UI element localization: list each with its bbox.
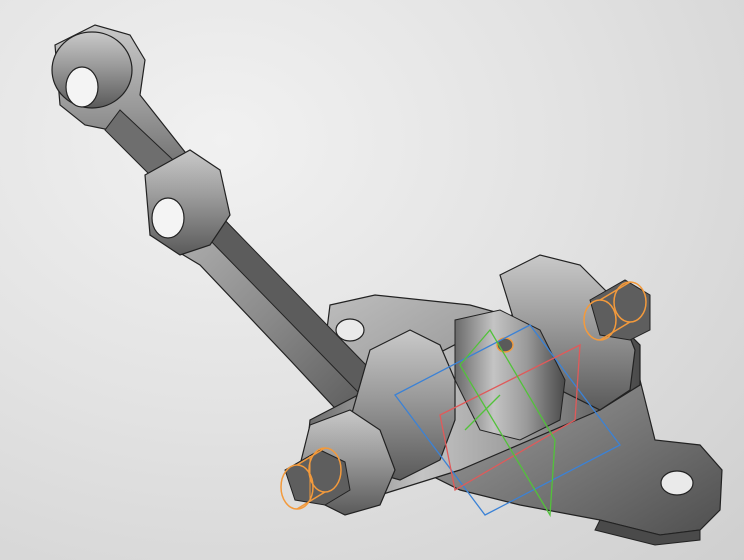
bracket-hole-right [660, 470, 694, 496]
model-canvas[interactable] [0, 0, 744, 560]
upper-eye-hole [65, 66, 99, 108]
3d-viewport[interactable] [0, 0, 744, 560]
lower-eye-hole [151, 197, 185, 239]
bracket-hole-left [335, 318, 365, 342]
